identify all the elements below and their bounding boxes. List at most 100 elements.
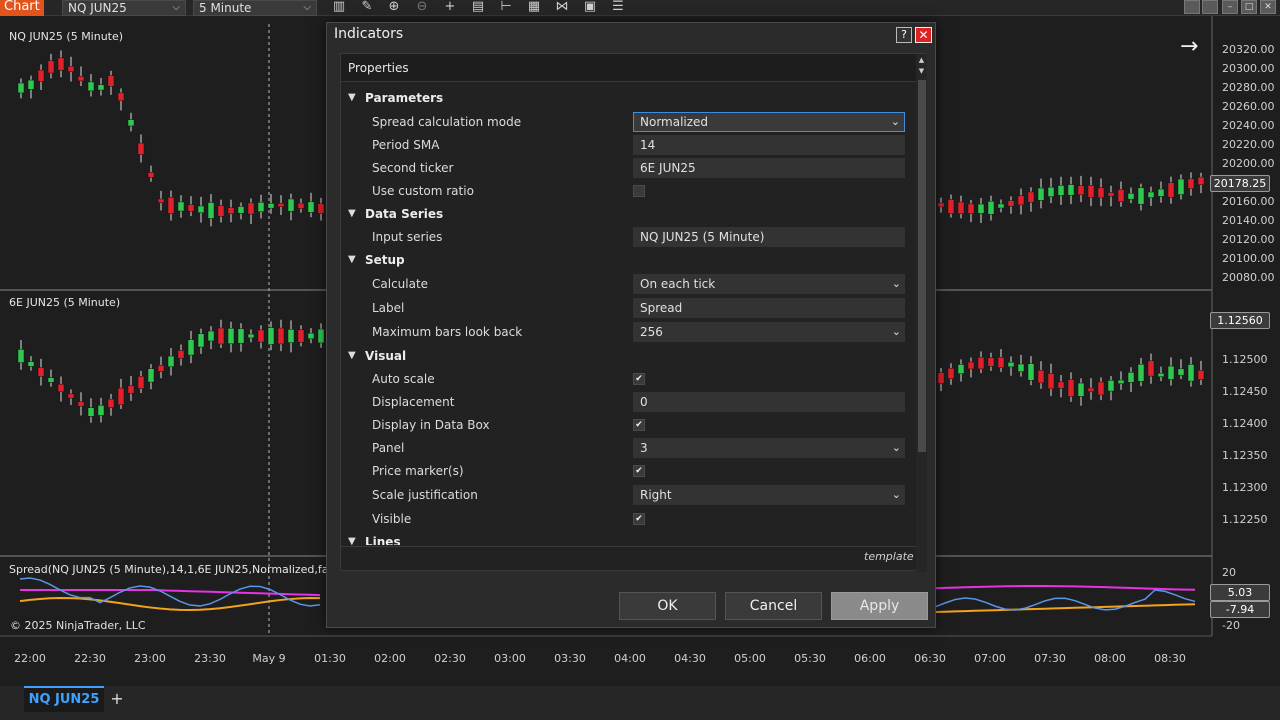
scale-justification-select[interactable]: Right ⌄ <box>633 485 905 505</box>
draw-pencil-icon[interactable]: ✎ <box>358 0 376 16</box>
candle <box>947 367 955 379</box>
calculate-select[interactable]: On each tick ⌄ <box>633 274 905 294</box>
candle <box>207 330 215 342</box>
candle <box>17 82 25 94</box>
scroll-down-icon[interactable]: ▼ <box>917 67 926 75</box>
bar-type-icon[interactable]: ▥ <box>330 0 348 16</box>
maximize-icon[interactable]: □ <box>1241 0 1257 14</box>
candle <box>1007 200 1015 207</box>
indicators-icon[interactable]: ▦ <box>525 0 543 16</box>
prop-label: Visible <box>372 512 412 526</box>
candle <box>117 92 125 102</box>
candle <box>1187 178 1195 189</box>
candle <box>1037 370 1045 384</box>
candle <box>1197 176 1205 185</box>
prop-price-markers: Price marker(s) ✔ <box>341 460 911 482</box>
interval-selector[interactable]: 5 Minute ⌵ <box>193 0 317 16</box>
category-setup[interactable]: ▼ Setup <box>341 249 911 271</box>
price-markers-checkbox[interactable]: ✔ <box>633 465 645 477</box>
candle <box>227 328 235 344</box>
prop-label: Label <box>372 301 405 315</box>
candle <box>947 199 955 214</box>
category-visual[interactable]: ▼ Visual <box>341 345 911 367</box>
prop-input-series: Input series NQ JUN25 (5 Minute) <box>341 226 911 248</box>
panel-select[interactable]: 3 ⌄ <box>633 438 905 458</box>
axis-tick: 20200.00 <box>1222 157 1275 170</box>
properties-icon[interactable]: ▣ <box>581 0 599 16</box>
add-tab-icon[interactable]: + <box>108 690 126 708</box>
label-input[interactable]: Spread <box>633 298 905 318</box>
candle <box>977 203 985 214</box>
scroll-up-icon[interactable]: ▲ <box>917 56 926 64</box>
zoom-out-icon[interactable]: ⊖ <box>413 0 431 16</box>
instrument-selector[interactable]: NQ JUN25 ⌵ <box>62 0 186 16</box>
candle <box>247 202 255 215</box>
prop-second-ticker: Second ticker 6E JUN25 <box>341 157 911 179</box>
properties-grid: Properties ▼ Parameters Spread calculatio… <box>340 53 927 572</box>
strategies-icon[interactable]: ⋈ <box>553 0 571 16</box>
scroll-right-arrow-icon[interactable]: → <box>1180 34 1198 59</box>
collapse-triangle-icon[interactable]: ▼ <box>348 203 356 225</box>
displacement-input[interactable]: 0 <box>633 392 905 412</box>
zoom-in-icon[interactable]: ⊕ <box>385 0 403 16</box>
period-sma-input[interactable]: 14 <box>633 135 905 155</box>
collapse-triangle-icon[interactable]: ▼ <box>348 345 356 367</box>
second-ticker-input[interactable]: 6E JUN25 <box>633 158 905 178</box>
axis-tick: 20300.00 <box>1222 62 1275 75</box>
chart-trader-icon[interactable]: ⊢ <box>497 0 515 16</box>
candle <box>97 84 105 91</box>
cancel-button[interactable]: Cancel <box>725 592 822 620</box>
collapse-triangle-icon[interactable]: ▼ <box>348 249 356 271</box>
time-tick: 08:00 <box>1094 652 1126 665</box>
close-icon[interactable]: ✕ <box>915 27 932 43</box>
tab-nq-jun25[interactable]: NQ JUN25 <box>24 686 104 712</box>
window-close-icon[interactable]: ✕ <box>1260 0 1276 14</box>
minimize-icon[interactable]: – <box>1222 0 1238 14</box>
scrollbar-thumb[interactable] <box>918 80 926 452</box>
sma-line <box>934 603 1196 613</box>
ok-button[interactable]: OK <box>619 592 716 620</box>
candle <box>207 202 215 219</box>
category-lines[interactable]: ▼ Lines <box>341 531 911 545</box>
window-pin-icon[interactable] <box>1202 0 1218 14</box>
chevron-down-icon: ⌄ <box>890 115 900 128</box>
category-data-series[interactable]: ▼ Data Series <box>341 203 911 225</box>
candle <box>277 203 285 208</box>
visible-checkbox[interactable]: ✔ <box>633 513 645 525</box>
candle <box>117 387 125 405</box>
spread-line <box>19 577 321 607</box>
candle <box>157 364 165 372</box>
apply-button[interactable]: Apply <box>831 592 928 620</box>
prop-displacement: Displacement 0 <box>341 391 911 413</box>
category-label: Setup <box>365 253 405 267</box>
candle <box>997 357 1005 369</box>
spread-mode-select[interactable]: Normalized ⌄ <box>633 112 905 132</box>
time-tick: 05:00 <box>734 652 766 665</box>
window-tile-icon[interactable] <box>1184 0 1200 14</box>
properties-scrollbar[interactable]: ▲ ▼ <box>916 54 927 572</box>
display-databox-checkbox[interactable]: ✔ <box>633 419 645 431</box>
crosshair-icon[interactable]: + <box>441 0 459 16</box>
chevron-down-icon: ⌄ <box>891 277 901 290</box>
auto-scale-checkbox[interactable]: ✔ <box>633 373 645 385</box>
category-parameters[interactable]: ▼ Parameters <box>341 87 911 109</box>
collapse-triangle-icon[interactable]: ▼ <box>348 87 356 109</box>
collapse-triangle-icon[interactable]: ▼ <box>348 531 356 545</box>
select-value: Normalized <box>640 115 709 129</box>
candle <box>27 79 35 90</box>
candle <box>1177 178 1185 195</box>
list-icon[interactable]: ☰ <box>609 0 627 16</box>
prop-label: Display in Data Box <box>372 418 490 432</box>
candle <box>147 172 155 178</box>
chart-menu-button[interactable]: Chart <box>0 0 44 16</box>
candle <box>957 201 965 215</box>
data-box-icon[interactable]: ▤ <box>469 0 487 16</box>
spread-line <box>934 589 1196 611</box>
axis-tick: 1.12250 <box>1222 513 1268 526</box>
help-icon[interactable]: ? <box>896 27 912 43</box>
input-series-field[interactable]: NQ JUN25 (5 Minute) <box>633 227 905 247</box>
use-custom-ratio-checkbox[interactable] <box>633 185 645 197</box>
max-bars-select[interactable]: 256 ⌄ <box>633 322 905 342</box>
template-link[interactable]: template <box>864 550 914 563</box>
candle <box>297 329 305 343</box>
